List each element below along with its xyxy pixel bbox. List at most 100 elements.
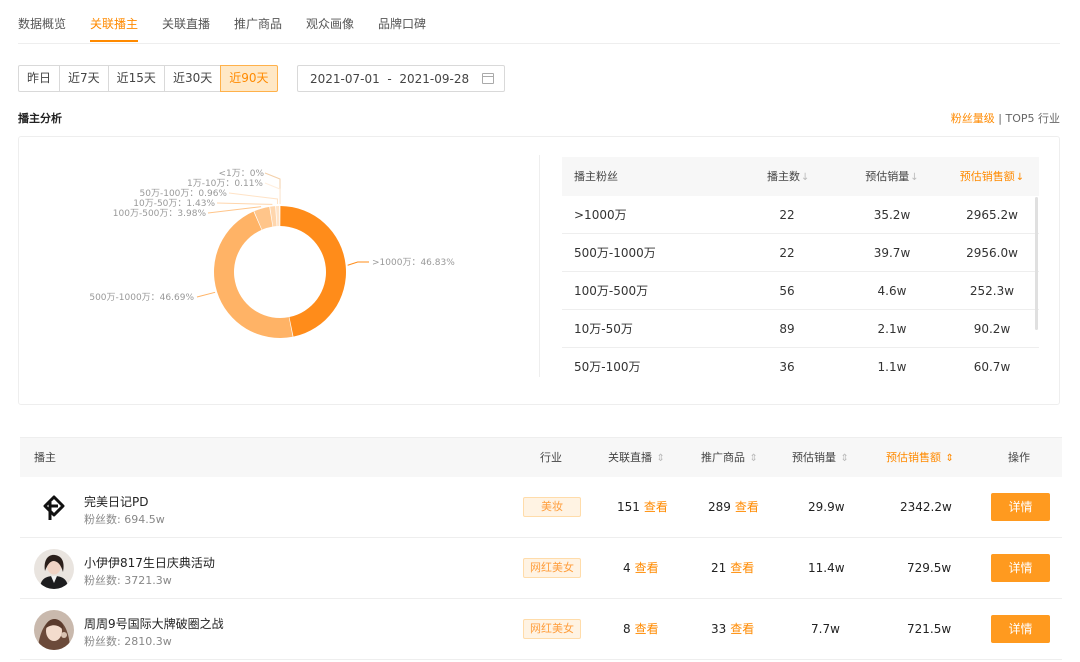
donut-slice[interactable] <box>213 211 293 338</box>
cell-anchor-count: 89 <box>779 322 795 336</box>
related-live-cell: 151 查看 <box>617 477 668 538</box>
table-row: 周周9号国际大牌破圈之战 粉丝数: 2810.3w 网红美女 8 查看 33 查看 … <box>20 599 1062 660</box>
brand-logo-icon <box>34 488 74 528</box>
promoted-goods-cell: 21 查看 <box>711 538 754 599</box>
toggle-fans-level[interactable]: 粉丝量级 <box>951 112 995 125</box>
date-btn-yesterday[interactable]: 昨日 <box>18 65 61 92</box>
donut-slice[interactable] <box>275 206 280 227</box>
cell-anchor-count: 36 <box>779 360 795 374</box>
header-promoted-goods-label: 推广商品 <box>701 451 745 464</box>
tab-brand-reputation[interactable]: 品牌口碑 <box>378 15 426 32</box>
donut-slice-label: 500万-1000万：46.69% <box>89 293 194 303</box>
header-est-sales[interactable]: 预估销量 ⇕ <box>792 438 849 479</box>
main-tabs: 数据概览 关联播主 关联直播 推广商品 观众画像 品牌口碑 <box>18 0 1060 44</box>
header-anchor-count[interactable]: 播主数↓ <box>767 157 809 197</box>
cell-anchor-count: 22 <box>779 246 795 260</box>
toggle-top5-industry[interactable]: TOP5 行业 <box>1005 112 1060 125</box>
fans-count: 694.5w <box>124 513 165 526</box>
date-end: 2021-09-28 <box>399 72 470 86</box>
cell-est-revenue: 60.7w <box>973 360 1011 374</box>
tab-related-live[interactable]: 关联直播 <box>162 15 210 32</box>
cell-est-revenue: 2965.2w <box>966 208 1018 222</box>
donut-leader-line <box>216 202 273 205</box>
view-goods-link[interactable]: 查看 <box>730 622 754 636</box>
header-action: 操作 <box>1008 451 1030 464</box>
donut-slice-label: 100万-500万：3.98% <box>113 209 207 219</box>
table-row: 10万-50万 89 2.1w 90.2w <box>562 310 1039 348</box>
tab-promoted-goods[interactable]: 推广商品 <box>234 15 282 32</box>
related-live-cell: 8 查看 <box>623 599 659 660</box>
fans-prefix: 粉丝数: <box>84 513 125 526</box>
detail-button[interactable]: 详情 <box>991 615 1050 643</box>
tab-overview[interactable]: 数据概览 <box>18 15 66 32</box>
cell-est-sales: 2.1w <box>877 322 907 336</box>
date-btn-15days[interactable]: 近15天 <box>107 65 165 92</box>
cell-anchor-count: 22 <box>779 208 795 222</box>
header-est-sales-label: 预估销量 <box>865 170 910 183</box>
view-goods-link[interactable]: 查看 <box>735 500 759 514</box>
cell-est-sales: 39.7w <box>873 246 911 260</box>
date-btn-30days[interactable]: 近30天 <box>163 65 222 92</box>
view-goods-link[interactable]: 查看 <box>730 561 754 575</box>
date-range-picker[interactable]: 2021-07-01 - 2021-09-28 <box>297 65 505 92</box>
date-start: 2021-07-01 <box>310 72 380 86</box>
est-revenue: 721.5w <box>907 622 952 636</box>
donut-slice[interactable] <box>280 206 347 337</box>
view-live-link[interactable]: 查看 <box>635 622 659 636</box>
anchor-name[interactable]: 周周9号国际大牌破圈之战 <box>84 615 224 632</box>
header-est-sales-label: 预估销量 <box>792 451 836 464</box>
view-live-link[interactable]: 查看 <box>644 500 668 514</box>
avatar[interactable] <box>34 610 74 650</box>
table-scrollbar[interactable] <box>1035 197 1038 330</box>
cell-fans-level: 500万-1000万 <box>574 246 656 260</box>
avatar[interactable] <box>34 488 74 528</box>
fans-level-table: 播主粉丝 播主数↓ 预估销量↓ 预估销售额↓ >1000万 22 35.2w 2… <box>562 157 1039 386</box>
anchor-name[interactable]: 小伊伊817生日庆典活动 <box>84 554 215 571</box>
cell-est-sales: 1.1w <box>877 360 907 374</box>
est-sales: 7.7w <box>811 622 840 636</box>
person-avatar-icon <box>34 549 74 589</box>
toggle-separator: | <box>994 112 1006 125</box>
tab-audience-profile[interactable]: 观众画像 <box>306 15 354 32</box>
header-est-revenue-label: 预估销售额 <box>959 170 1015 183</box>
fans-table-header: 播主粉丝 播主数↓ 预估销量↓ 预估销售额↓ <box>562 157 1039 196</box>
header-anchor-count-label: 播主数 <box>767 170 800 183</box>
header-est-revenue[interactable]: 预估销售额↓ <box>947 157 1037 197</box>
view-live-link[interactable]: 查看 <box>635 561 659 575</box>
detail-button[interactable]: 详情 <box>991 554 1050 582</box>
header-est-revenue[interactable]: 预估销售额 ⇕ <box>886 438 954 479</box>
header-promoted-goods[interactable]: 推广商品 ⇕ <box>701 438 758 479</box>
fans-prefix: 粉丝数: <box>84 574 125 587</box>
detail-button[interactable]: 详情 <box>991 493 1050 521</box>
sort-icon: ⇕ <box>749 453 758 464</box>
anchor-fans: 粉丝数: 694.5w <box>84 511 165 527</box>
calendar-icon <box>482 73 494 84</box>
anchor-table: 播主 行业 关联直播 ⇕ 推广商品 ⇕ 预估销量 ⇕ 预估销售额 ⇕ 操作 完美… <box>20 437 1062 660</box>
date-btn-7days[interactable]: 近7天 <box>59 65 109 92</box>
header-fans-level: 播主粉丝 <box>574 170 618 183</box>
avatar[interactable] <box>34 549 74 589</box>
table-row: 小伊伊817生日庆典活动 粉丝数: 3721.3w 网红美女 4 查看 21 查看 … <box>20 538 1062 599</box>
est-sales: 29.9w <box>808 500 845 514</box>
cell-est-revenue: 252.3w <box>969 284 1015 298</box>
anchor-name[interactable]: 完美日记PD <box>84 493 148 510</box>
header-related-live[interactable]: 关联直播 ⇕ <box>608 438 665 479</box>
cell-fans-level: 10万-50万 <box>574 322 633 336</box>
related-live-count: 4 <box>623 561 631 575</box>
fans-count: 3721.3w <box>124 574 172 587</box>
donut-slice-label: >1000万：46.83% <box>372 258 455 268</box>
donut-slice-label: <1万：0% <box>218 169 264 179</box>
date-btn-90days[interactable]: 近90天 <box>220 65 278 92</box>
est-sales: 11.4w <box>808 561 845 575</box>
industry-tag: 网红美女 <box>523 558 581 578</box>
cell-est-sales: 4.6w <box>877 284 907 298</box>
header-est-sales[interactable]: 预估销量↓ <box>857 157 927 197</box>
sort-icon: ⇕ <box>656 453 665 464</box>
table-row: 50万-100万 36 1.1w 60.7w <box>562 348 1039 386</box>
cell-anchor-count: 56 <box>779 284 795 298</box>
table-row: 100万-500万 56 4.6w 252.3w <box>562 272 1039 310</box>
tab-related-anchors[interactable]: 关联播主 <box>90 15 138 32</box>
donut-leader-line <box>347 261 369 266</box>
date-separator: - <box>387 72 392 86</box>
cell-fans-level: 100万-500万 <box>574 284 649 298</box>
